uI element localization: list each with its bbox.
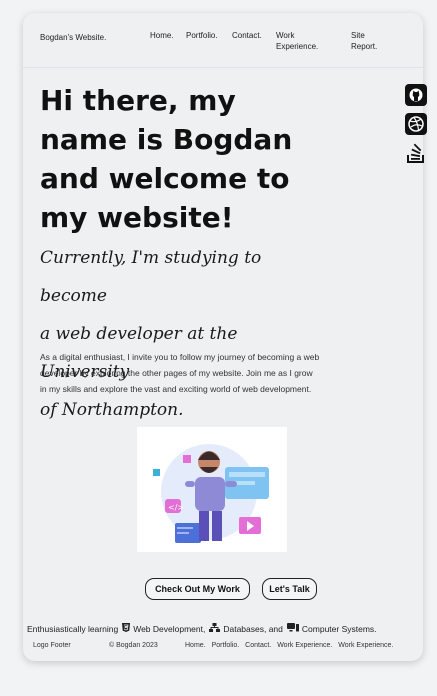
nav-report-line1: Site <box>351 31 365 40</box>
footer-links: Home. Portfolio. Contact. Work Experienc… <box>185 642 397 649</box>
check-out-work-button[interactable]: Check Out My Work <box>145 578 250 600</box>
learning-item-systems: Computer Systems. <box>301 623 377 634</box>
nav-report-line2: Report. <box>351 42 378 51</box>
hero-line-1: Hi there, my <box>40 84 236 117</box>
nav-work-line1: Work <box>276 31 295 40</box>
computer-icon <box>286 623 299 634</box>
database-icon <box>209 623 221 634</box>
nav-site-report[interactable]: Site Report. <box>351 30 391 52</box>
hero-line-2: name is Bogdan <box>40 123 293 156</box>
learning-item-databases: Databases, and <box>223 623 283 634</box>
dribbble-icon[interactable] <box>405 113 427 135</box>
svg-text:</>: </> <box>168 503 184 512</box>
brand-link[interactable]: Bogdan's Website. <box>40 33 106 42</box>
footer-link-work-experience-2[interactable]: Work Experience. <box>338 642 393 649</box>
learning-item-web: Web Development, <box>133 623 206 634</box>
nav-contact[interactable]: Contact. <box>232 30 262 41</box>
learning-strip: Enthusiastically learning Web Developmen… <box>27 623 407 634</box>
footer-link-home[interactable]: Home. <box>185 642 206 649</box>
learning-prefix: Enthusiastically learning <box>27 623 119 634</box>
footer-copyright: © Bogdan 2023 <box>109 642 158 649</box>
footer-logo[interactable]: Logo Footer <box>33 642 71 649</box>
hero-line-4: my website! <box>40 201 234 234</box>
social-icons <box>405 84 427 171</box>
footer-link-contact[interactable]: Contact. <box>245 642 271 649</box>
hero-subtitle: Currently, I'm studying to become a web … <box>40 239 330 429</box>
nav-portfolio[interactable]: Portfolio. <box>186 30 218 41</box>
html5-icon <box>122 623 131 634</box>
github-icon[interactable] <box>405 84 427 106</box>
lets-talk-button[interactable]: Let's Talk <box>262 578 317 600</box>
nav-home[interactable]: Home. <box>150 30 174 41</box>
main-card: Bogdan's Website. Home. Portfolio. Conta… <box>23 13 423 661</box>
nav-work-experience[interactable]: Work Experience. <box>276 30 326 52</box>
footer-link-work-experience[interactable]: Work Experience. <box>277 642 332 649</box>
footer-link-portfolio[interactable]: Portfolio. <box>212 642 240 649</box>
developer-illustration: </> <box>137 427 287 552</box>
nav-work-line2: Experience. <box>276 42 319 51</box>
stackoverflow-icon[interactable] <box>405 142 427 164</box>
hero-heading: Hi there, my name is Bogdan and welcome … <box>40 81 320 237</box>
intro-paragraph: As a digital enthusiast, I invite you to… <box>40 352 320 394</box>
subtitle-line-1: Currently, I'm studying to become <box>40 248 262 306</box>
hero-line-3: and welcome to <box>40 162 290 195</box>
site-header: Bogdan's Website. Home. Portfolio. Conta… <box>23 13 423 68</box>
